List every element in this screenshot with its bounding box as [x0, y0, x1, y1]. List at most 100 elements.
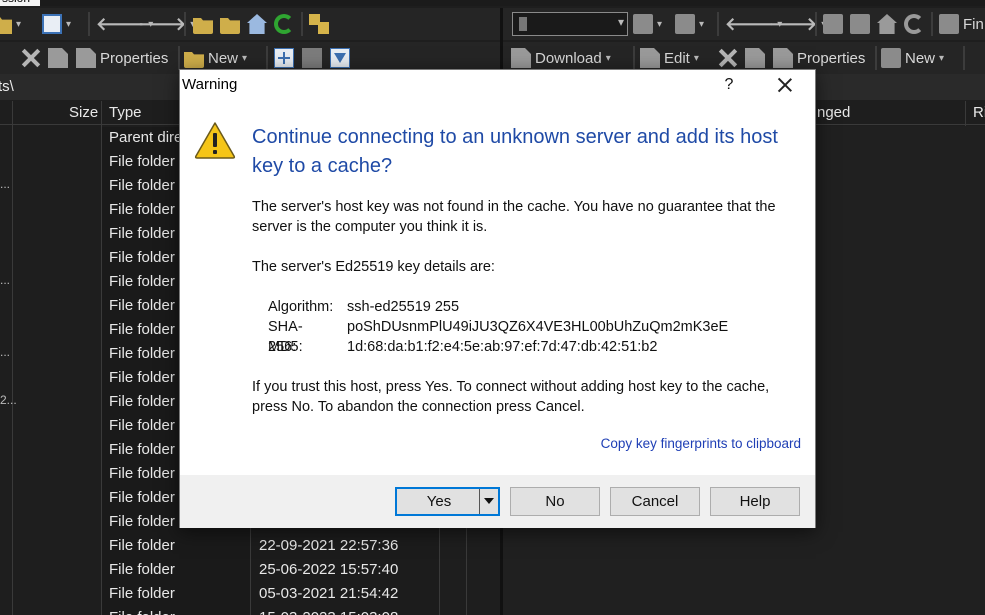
- drive-combo[interactable]: [512, 12, 628, 36]
- download-label: Download: [535, 49, 602, 67]
- yes-dropdown-icon[interactable]: [479, 489, 498, 514]
- row-type: File folder: [109, 345, 175, 362]
- open-folder-icon: [0, 17, 12, 34]
- root-folder-icon: [850, 14, 870, 34]
- rename-icon: [745, 48, 765, 68]
- remote-parent-button[interactable]: [823, 11, 843, 37]
- select-button[interactable]: [274, 45, 294, 71]
- row-changed: 25-06-2022 15:57:40: [259, 561, 399, 578]
- remote-home-button[interactable]: [877, 11, 897, 37]
- right-toolbar-top: ▾ ▾ 🡐▾ 🡒▾ Fin: [503, 8, 985, 40]
- toolbar-separator: [266, 46, 268, 70]
- row-type: Parent dire: [109, 129, 183, 146]
- md5-label: MD5:: [268, 339, 303, 355]
- dialog-title: Warning: [182, 76, 238, 93]
- table-row[interactable]: File folder 25-06-2022 15:57:40: [0, 559, 500, 583]
- properties-button[interactable]: Properties: [76, 45, 168, 71]
- table-row[interactable]: File folder 05-03-2021 21:54:42: [0, 583, 500, 607]
- help-button[interactable]: Help: [710, 487, 800, 516]
- open-dir-button[interactable]: ▾: [633, 11, 662, 37]
- tree-button[interactable]: [309, 11, 329, 37]
- new-button[interactable]: New ▾: [184, 45, 247, 71]
- row-type: File folder: [109, 225, 175, 242]
- row-type: File folder: [109, 201, 175, 218]
- folder-gray-icon: [633, 14, 653, 34]
- rights-column-header[interactable]: Ri: [973, 104, 985, 121]
- row-type: File folder: [109, 393, 175, 410]
- remote-new-button[interactable]: New ▾: [881, 45, 944, 71]
- path-text: ts\: [0, 78, 14, 95]
- algorithm-label: Algorithm:: [268, 299, 334, 315]
- filter-button[interactable]: ▾: [42, 11, 71, 37]
- remote-properties-button[interactable]: Properties: [773, 45, 865, 71]
- size-column-header[interactable]: Size: [69, 104, 98, 121]
- toolbar-separator: [633, 46, 635, 70]
- filter-icon: [42, 14, 62, 34]
- row-type: File folder: [109, 321, 175, 338]
- forward-arrow-icon: 🡒: [138, 13, 187, 34]
- toolbar-separator: [88, 12, 90, 36]
- row-type: File folder: [109, 489, 175, 506]
- remote-root-button[interactable]: [850, 11, 870, 37]
- type-column-header[interactable]: Type: [109, 104, 142, 121]
- algorithm-value: ssh-ed25519 255: [347, 299, 460, 315]
- row-type: File folder: [109, 537, 175, 554]
- trust-instructions: If you trust this host, press Yes. To co…: [252, 379, 770, 415]
- edit-button[interactable]: Edit ▾: [640, 45, 699, 71]
- toolbar-separator: [963, 46, 965, 70]
- filter-gray-icon: [675, 14, 695, 34]
- md5-value: 1d:68:da:b1:f2:e4:5e:ab:97:ef:7d:47:db:4…: [347, 339, 658, 355]
- no-button[interactable]: No: [510, 487, 600, 516]
- left-toolbar-caret[interactable]: ▾: [0, 11, 21, 37]
- find-label: Fin: [963, 15, 984, 33]
- filter-gray-button[interactable]: ▾: [675, 11, 704, 37]
- warning-dialog: Warning ? Continue connecting to an unkn…: [179, 69, 816, 528]
- key-details-intro: The server's Ed25519 key details are:: [252, 259, 495, 275]
- drive-icon: [519, 17, 527, 31]
- refresh-icon: [904, 14, 924, 34]
- plus-icon: [274, 48, 294, 68]
- row-type: File folder: [109, 561, 175, 578]
- help-icon[interactable]: ?: [717, 73, 741, 97]
- filter-select-button[interactable]: [330, 45, 350, 71]
- parent-dir-button[interactable]: [193, 11, 213, 37]
- home-icon: [247, 14, 267, 34]
- remote-forward-button[interactable]: 🡒▾: [769, 11, 826, 37]
- menu-strip: ssion: [0, 0, 985, 6]
- home-icon: [877, 14, 897, 34]
- toolbar-separator: [178, 46, 180, 70]
- row-type: File folder: [109, 609, 175, 615]
- parent-folder-icon: [823, 14, 843, 34]
- remote-rename-button[interactable]: [745, 45, 765, 71]
- close-icon[interactable]: [772, 73, 798, 97]
- menu-session-tab[interactable]: ssion: [0, 0, 40, 6]
- new-icon: [881, 48, 901, 68]
- dialog-titlebar[interactable]: Warning ?: [180, 70, 815, 100]
- forward-button[interactable]: 🡒 ▾: [138, 11, 195, 37]
- table-row[interactable]: File folder 22-09-2021 22:57:36: [0, 535, 500, 559]
- remote-refresh-button[interactable]: [904, 11, 924, 37]
- rename-button[interactable]: [48, 45, 68, 71]
- new-label: New: [905, 49, 936, 67]
- edit-icon: [640, 48, 660, 68]
- home-button[interactable]: [247, 11, 267, 37]
- row-name-fragment: 2...: [0, 393, 17, 407]
- toolbar-separator: [301, 12, 303, 36]
- download-button[interactable]: Download ▾: [511, 45, 611, 71]
- refresh-button[interactable]: [274, 11, 294, 37]
- cancel-button[interactable]: Cancel: [610, 487, 700, 516]
- warning-icon: [194, 122, 236, 159]
- find-files-button[interactable]: Fin: [939, 11, 984, 37]
- changed-column-header[interactable]: nged: [817, 104, 850, 121]
- delete-button[interactable]: [20, 45, 40, 71]
- table-row[interactable]: File folder 15-03-2023 15:03:08: [0, 607, 500, 615]
- root-dir-button[interactable]: [220, 11, 240, 37]
- toolbar-separator: [931, 12, 933, 36]
- row-type: File folder: [109, 273, 175, 290]
- copy-fingerprints-link[interactable]: Copy key fingerprints to clipboard: [601, 436, 801, 451]
- row-changed: 22-09-2021 22:57:36: [259, 537, 399, 554]
- remote-delete-button[interactable]: [717, 45, 737, 71]
- unselect-button[interactable]: [302, 45, 322, 71]
- row-type: File folder: [109, 513, 175, 530]
- yes-button[interactable]: Yes: [395, 487, 500, 516]
